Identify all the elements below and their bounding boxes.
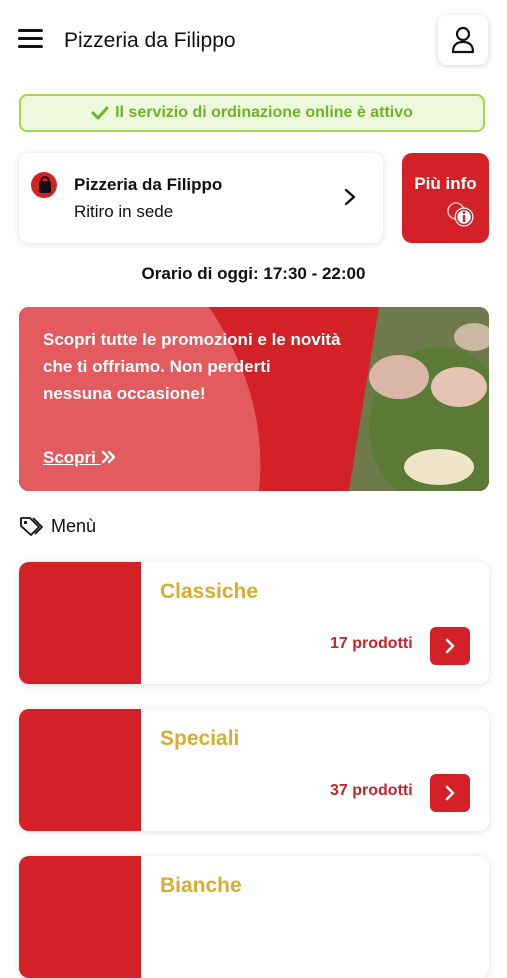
- category-card-bianche[interactable]: Bianche: [19, 856, 489, 978]
- menu-title: Menù: [51, 515, 97, 536]
- store-selector-card[interactable]: Pizzeria da Filippo Ritiro in sede: [19, 153, 383, 243]
- hamburger-menu-icon[interactable]: [18, 28, 44, 50]
- category-image: [19, 856, 141, 978]
- info-icon: [447, 202, 474, 227]
- category-count: 17 prodotti: [330, 635, 413, 652]
- category-image: [19, 709, 141, 831]
- category-card-classiche[interactable]: Classiche 17 prodotti: [19, 562, 489, 684]
- today-hours: Orario di oggi: 17:30 - 22:00: [141, 264, 366, 283]
- category-name: Speciali: [160, 727, 240, 750]
- promo-link-label: Scopri: [43, 448, 96, 467]
- promo-text: Scopri tutte le promozioni e le novità c…: [43, 330, 341, 403]
- more-info-label: Più info: [414, 174, 477, 193]
- ordering-status-banner: Il servizio di ordinazione online è atti…: [19, 94, 485, 132]
- chevron-right-icon: [344, 188, 356, 206]
- double-chevron-right-icon: [101, 450, 115, 464]
- store-name: Pizzeria da Filippo: [74, 175, 223, 194]
- category-image: [19, 562, 141, 684]
- app-title: Pizzeria da Filippo: [64, 29, 236, 52]
- promo-discover-link[interactable]: Scopri: [43, 448, 117, 468]
- promo-banner[interactable]: Scopri tutte le promozioni e le novità c…: [19, 307, 489, 491]
- user-icon: [451, 26, 475, 54]
- tags-icon: [20, 517, 43, 536]
- menu-section-header: Menù: [19, 515, 96, 537]
- status-text: Il servizio di ordinazione online è atti…: [115, 104, 413, 121]
- category-name: Classiche: [160, 580, 259, 603]
- user-account-button[interactable]: [438, 15, 488, 65]
- shopping-bag-icon: [31, 172, 57, 198]
- store-pickup-mode: Ritiro in sede: [74, 202, 174, 221]
- category-open-button[interactable]: [430, 627, 470, 665]
- category-count: 37 prodotti: [330, 782, 413, 799]
- check-icon: [91, 106, 109, 120]
- chevron-right-icon: [445, 638, 455, 654]
- chevron-right-icon: [445, 785, 455, 801]
- category-name: Bianche: [160, 874, 242, 897]
- category-open-button[interactable]: [430, 774, 470, 812]
- more-info-button[interactable]: Più info: [402, 153, 489, 243]
- category-card-speciali[interactable]: Speciali 37 prodotti: [19, 709, 489, 831]
